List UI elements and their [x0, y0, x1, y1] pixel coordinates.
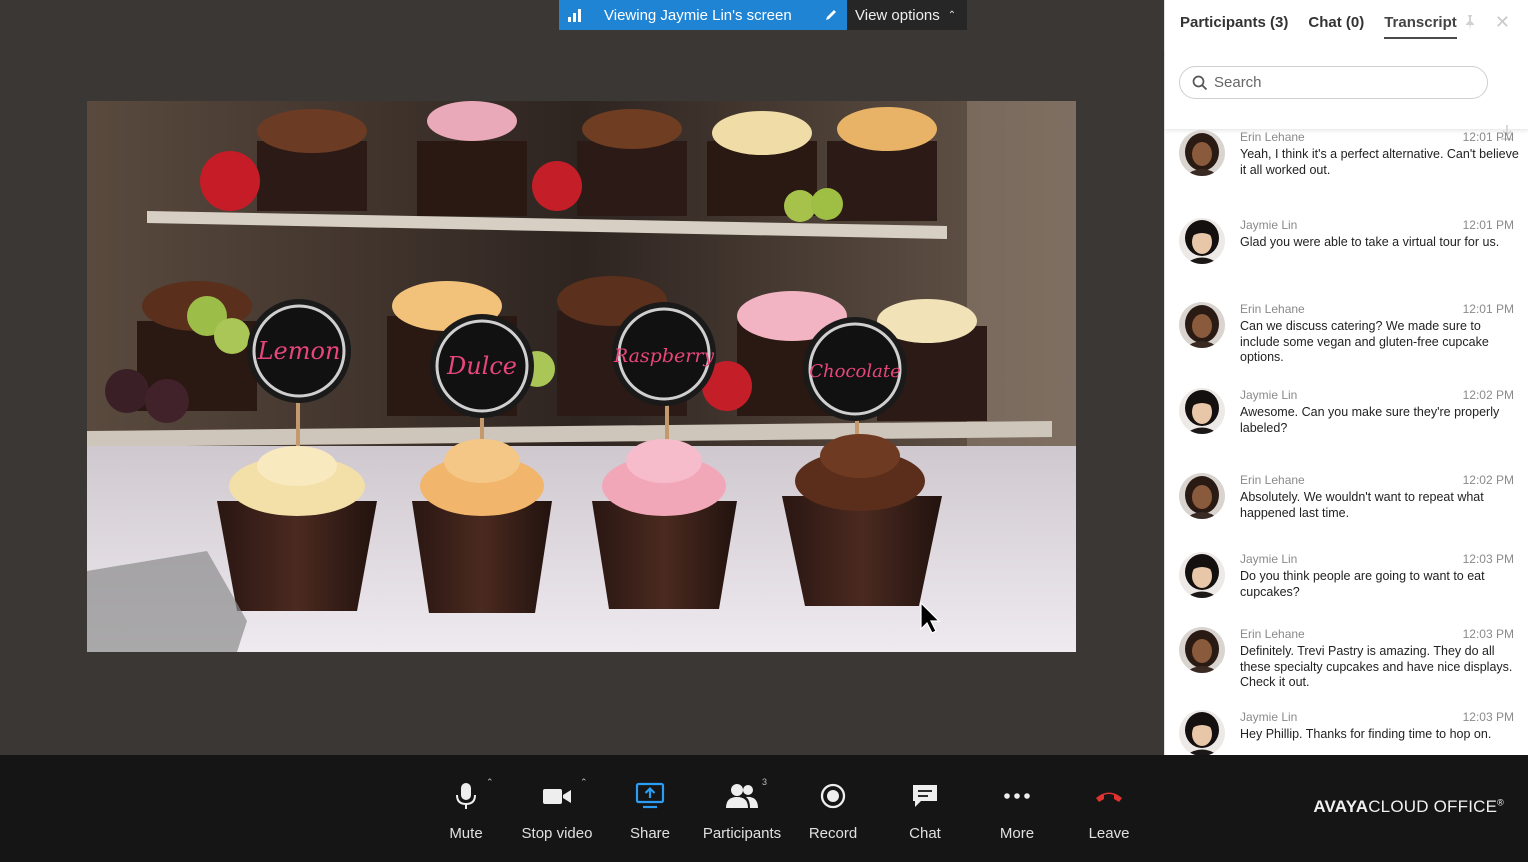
avatar — [1179, 552, 1225, 598]
topper-label-raspberry: Raspberry — [613, 345, 715, 367]
meeting-stage: Viewing Jaymie Lin's screen View options… — [0, 0, 1164, 755]
message-time: 12:01 PM — [1462, 302, 1514, 316]
mute-label: Mute — [449, 825, 483, 842]
stop-video-label: Stop video — [521, 825, 593, 842]
search-row — [1165, 48, 1528, 140]
speaker-name: Jaymie Lin — [1240, 710, 1298, 724]
avatar — [1179, 302, 1225, 348]
meeting-toolbar: ⌃ Mute ⌃ Stop video Share 3 Participants… — [0, 755, 1528, 862]
speaker-name: Erin Lehane — [1240, 627, 1305, 641]
viewing-screen-indicator: Viewing Jaymie Lin's screen — [559, 0, 847, 30]
more-dots-icon — [1004, 793, 1030, 799]
pin-icon[interactable] — [1462, 14, 1478, 30]
brand-name: AVAYA — [1313, 797, 1369, 816]
speaker-name: Jaymie Lin — [1240, 552, 1298, 566]
message-time: 12:03 PM — [1462, 710, 1514, 724]
speaker-name: Jaymie Lin — [1240, 388, 1298, 402]
message-time: 12:02 PM — [1462, 473, 1514, 487]
avatar — [1179, 388, 1225, 434]
message-text: Do you think people are going to want to… — [1240, 569, 1485, 599]
brand-product: CLOUD OFFICE — [1368, 797, 1498, 816]
video-options-caret-icon[interactable]: ⌃ — [580, 777, 588, 788]
tab-chat[interactable]: Chat (0) — [1308, 0, 1364, 31]
speaker-name: Erin Lehane — [1240, 130, 1305, 144]
share-label: Share — [629, 825, 671, 842]
record-button[interactable]: Record — [783, 781, 883, 842]
close-panel-icon[interactable]: ✕ — [1495, 12, 1510, 33]
speaker-name: Jaymie Lin — [1240, 218, 1298, 232]
participants-label: Participants — [702, 825, 782, 842]
message-text: Awesome. Can you make sure they're prope… — [1240, 405, 1500, 435]
avatar — [1179, 218, 1225, 264]
message-time: 12:01 PM — [1462, 218, 1514, 232]
caret-up-icon: ⌃ — [947, 9, 957, 21]
microphone-icon — [456, 783, 476, 809]
view-options-label: View options — [855, 6, 940, 24]
avaya-cloud-office-logo: AVAYACLOUD OFFICE® — [1313, 797, 1504, 817]
viewing-screen-text: Viewing Jaymie Lin's screen — [604, 6, 792, 24]
transcript-list: Erin Lehane 12:01 PM Yeah, I think it's … — [1165, 130, 1528, 755]
more-label: More — [999, 825, 1035, 842]
video-camera-icon — [543, 789, 571, 804]
more-button[interactable]: More — [967, 781, 1067, 842]
panel-tabs: Participants (3) Chat (0) Transcript ✕ — [1165, 0, 1528, 48]
message-text: Glad you were able to take a virtual tou… — [1240, 235, 1500, 249]
chat-label: Chat — [909, 825, 941, 842]
message-text: Yeah, I think it's a perfect alternative… — [1240, 147, 1519, 177]
tab-participants[interactable]: Participants (3) — [1180, 0, 1288, 31]
mute-options-caret-icon[interactable]: ⌃ — [486, 777, 494, 788]
tab-transcript[interactable]: Transcript — [1384, 0, 1457, 39]
leave-label: Leave — [1088, 825, 1130, 842]
topper-label-lemon: Lemon — [257, 337, 341, 365]
screen-share-banner: Viewing Jaymie Lin's screen View options… — [559, 0, 967, 30]
side-panel: Participants (3) Chat (0) Transcript ✕ E… — [1164, 0, 1528, 755]
speaker-name: Erin Lehane — [1240, 473, 1305, 487]
chat-bubble-icon — [913, 785, 937, 807]
participant-count-badge: 3 — [762, 777, 768, 787]
search-icon — [1192, 75, 1208, 90]
stop-video-button[interactable]: ⌃ Stop video — [507, 777, 607, 842]
speaker-name: Erin Lehane — [1240, 302, 1305, 316]
view-options-button[interactable]: View options ⌃ — [847, 0, 967, 30]
signal-strength-icon — [568, 9, 581, 22]
hang-up-icon — [1096, 792, 1122, 802]
avatar — [1179, 130, 1225, 176]
record-label: Record — [808, 825, 858, 842]
record-icon — [820, 783, 846, 809]
leave-button[interactable]: Leave — [1059, 781, 1159, 842]
message-time: 12:02 PM — [1462, 388, 1514, 402]
annotate-pencil-icon[interactable] — [824, 8, 838, 22]
participants-button[interactable]: 3 Participants — [692, 777, 792, 842]
message-time: 12:03 PM — [1462, 552, 1514, 566]
topper-label-dulce: Dulce — [446, 352, 517, 380]
chat-button[interactable]: Chat — [875, 781, 975, 842]
avatar — [1179, 627, 1225, 673]
message-time: 12:03 PM — [1462, 627, 1514, 641]
share-screen-icon — [635, 782, 665, 809]
avatar — [1179, 710, 1225, 755]
search-field[interactable] — [1179, 66, 1488, 99]
message-text: Can we discuss catering? We made sure to… — [1240, 319, 1489, 364]
share-button[interactable]: Share — [600, 781, 700, 842]
topper-label-chocolate: Chocolate — [809, 361, 901, 382]
mute-button[interactable]: ⌃ Mute — [416, 777, 516, 842]
search-input[interactable] — [1214, 74, 1464, 91]
brand-trademark: ® — [1497, 797, 1504, 808]
message-time: 12:01 PM — [1462, 130, 1514, 144]
cupcake-display-photo: Lemon Dulce Raspberry Chocolate — [87, 101, 1076, 652]
message-text: Hey Phillip. Thanks for finding time to … — [1240, 727, 1492, 741]
message-text: Definitely. Trevi Pastry is amazing. The… — [1240, 644, 1513, 689]
shared-screen-content: Lemon Dulce Raspberry Chocolate — [87, 101, 1076, 652]
avatar — [1179, 473, 1225, 519]
message-text: Absolutely. We wouldn't want to repeat w… — [1240, 490, 1484, 520]
participants-icon — [726, 784, 758, 808]
